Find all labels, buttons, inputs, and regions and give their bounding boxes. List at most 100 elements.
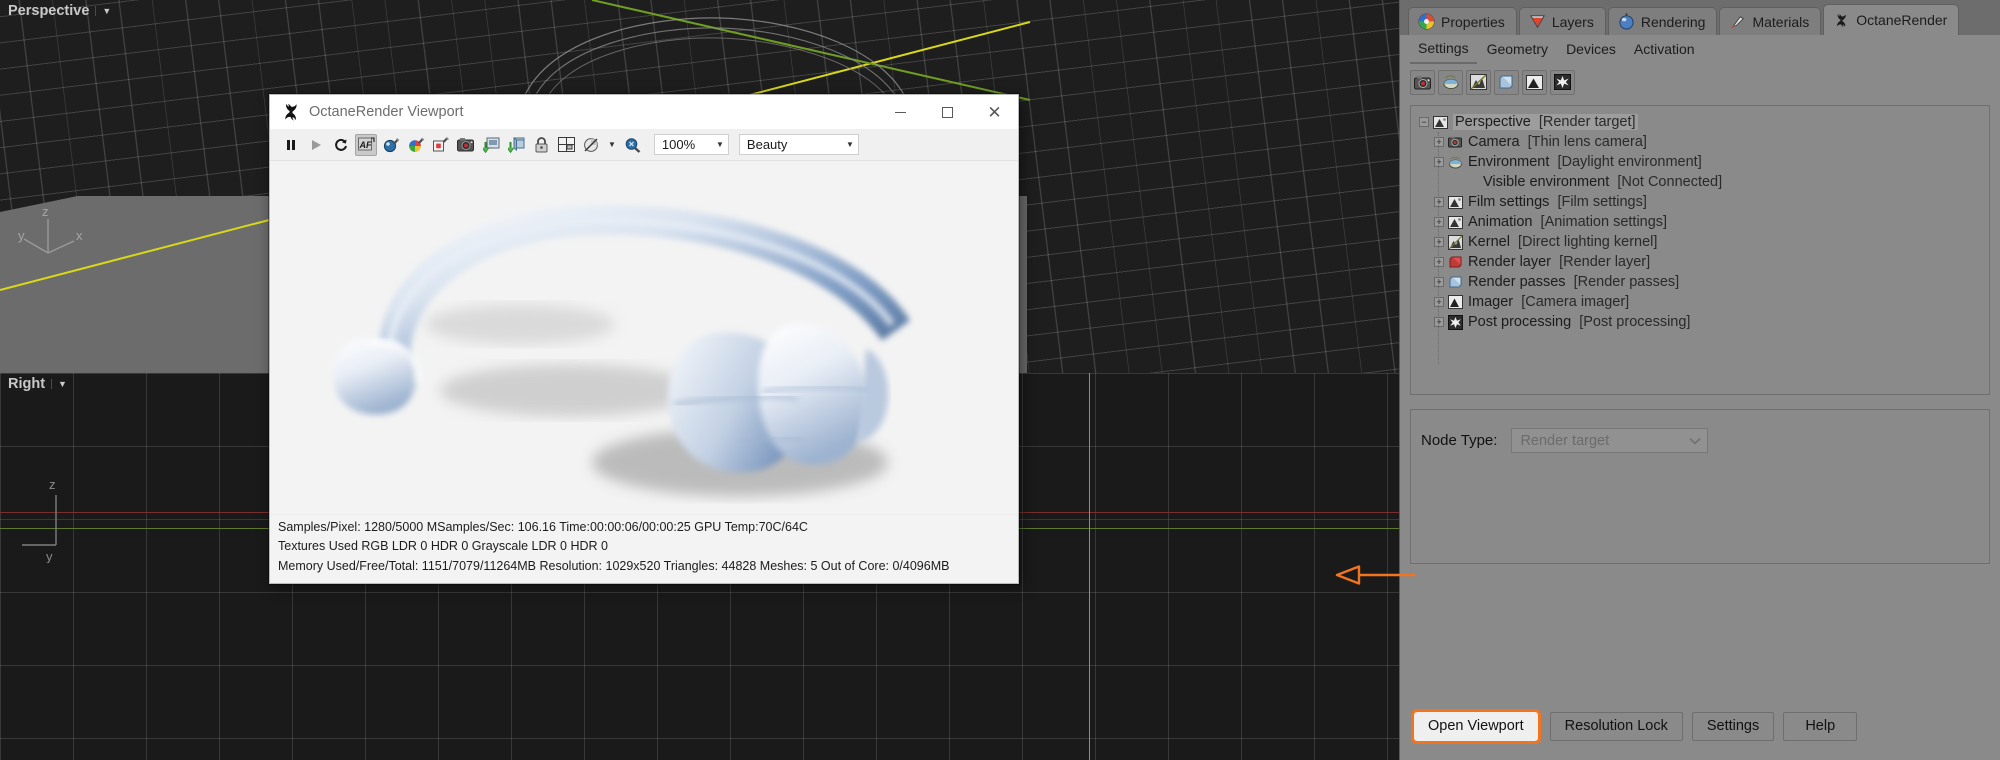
chevron-down-icon[interactable]: ▼	[716, 140, 724, 149]
start-render-button[interactable]	[305, 134, 327, 156]
zoom-region-button[interactable]	[622, 134, 644, 156]
tree-item-camera[interactable]: + Camera [Thin lens camera]	[1411, 132, 1989, 152]
render-target-icon	[1433, 115, 1448, 129]
axis-gizmo: z x y	[18, 205, 83, 254]
tab-rendering[interactable]: Rendering	[1607, 7, 1718, 35]
window-controls: ✕	[877, 95, 1018, 129]
zoom-level-value: 100%	[661, 137, 696, 152]
render-pass-combo[interactable]: Beauty ▼	[738, 134, 859, 155]
tab-properties[interactable]: Properties	[1408, 7, 1517, 35]
camera-button[interactable]	[455, 134, 477, 156]
render-canvas[interactable]	[270, 160, 1018, 514]
dock-button-row: Open Viewport Resolution Lock Settings H…	[1400, 692, 2000, 760]
maximize-icon[interactable]	[924, 95, 971, 129]
node-type-value: Render target	[1520, 432, 1610, 449]
save-layers-button[interactable]	[505, 134, 527, 156]
tree-item-render-passes-label: Render passes [Render passes]	[1468, 274, 1680, 290]
tree-item-visible-environment[interactable]: Visible environment [Not Connected]	[1411, 172, 1989, 192]
svg-text:x: x	[76, 228, 83, 243]
chevron-down-icon[interactable]: ▼	[846, 140, 854, 149]
chevron-down-icon[interactable]: ▼	[95, 6, 111, 16]
tree-item-post-processing-label: Post processing [Post processing]	[1468, 314, 1691, 330]
imager-button[interactable]	[1522, 69, 1547, 95]
post-processing-button[interactable]	[1550, 69, 1575, 95]
environment-settings-button[interactable]	[1438, 69, 1463, 95]
zoom-level-combo[interactable]: 100% ▼	[653, 134, 729, 155]
sub-tab-activation[interactable]: Activation	[1626, 37, 1703, 63]
chevron-down-icon[interactable]: ▼	[605, 140, 619, 149]
close-icon[interactable]: ✕	[971, 95, 1018, 129]
tab-materials-label: Materials	[1752, 13, 1810, 30]
render-layer-button[interactable]	[1494, 69, 1519, 95]
sub-tab-geometry[interactable]: Geometry	[1479, 37, 1556, 63]
post-processing-icon	[1554, 74, 1571, 90]
status-line-samples: Samples/Pixel: 1280/5000 MSamples/Sec: 1…	[278, 519, 808, 534]
tab-materials[interactable]: Materials	[1719, 7, 1822, 35]
tree-item-perspective[interactable]: − Perspective [Render target]	[1411, 112, 1989, 132]
node-type-row: Node Type: Render target	[1421, 428, 1989, 453]
tree-item-render-passes[interactable]: + Render passes [Render passes]	[1411, 272, 1989, 292]
sub-tab-devices[interactable]: Devices	[1558, 37, 1624, 63]
sub-tab-settings[interactable]: Settings	[1410, 36, 1477, 64]
kernel-settings-button[interactable]	[1466, 69, 1491, 95]
save-image-button[interactable]	[480, 134, 502, 156]
status-line-memory: Memory Used/Free/Total: 1151/7079/11264M…	[278, 558, 950, 573]
tree-item-environment[interactable]: + Environment [Daylight environment]	[1411, 152, 1989, 172]
svg-text:z: z	[49, 477, 56, 492]
tree-item-post-processing[interactable]: + Post processing [Post processing]	[1411, 312, 1989, 332]
perspective-viewport-label[interactable]: Perspective ▼	[4, 2, 115, 20]
color-wheel-icon	[1418, 13, 1435, 30]
tree-item-kernel[interactable]: + Kernel [Direct lighting kernel]	[1411, 232, 1989, 252]
rendered-headphones-image	[270, 160, 1018, 514]
tree-item-film-settings[interactable]: + Film settings [Film settings]	[1411, 192, 1989, 212]
expand-icon[interactable]: +	[1434, 157, 1444, 167]
pick-material-button[interactable]	[405, 134, 427, 156]
tree-item-perspective-label: Perspective [Render target]	[1453, 114, 1638, 130]
autofocus-button[interactable]: AF	[355, 133, 377, 156]
chevron-down-icon[interactable]: ▼	[51, 379, 67, 389]
expand-icon[interactable]: +	[1434, 217, 1444, 227]
status-line-textures: Textures Used RGB LDR 0 HDR 0 Grayscale …	[278, 539, 608, 554]
pick-white-balance-button[interactable]	[430, 134, 452, 156]
expand-icon[interactable]: +	[1434, 137, 1444, 147]
scene-node-tree[interactable]: − Perspective [Render target] + Camera […	[1410, 105, 1990, 395]
octane-viewport-toolbar: AF ▼ 100% ▼ Beauty ▼	[270, 129, 1018, 160]
tab-octanerender[interactable]: OctaneRender	[1823, 4, 1960, 35]
settings-button[interactable]: Settings	[1691, 711, 1775, 741]
tree-item-render-layer[interactable]: + Render layer [Render layer]	[1411, 252, 1989, 272]
expand-icon[interactable]: +	[1434, 197, 1444, 207]
octane-window-titlebar[interactable]: OctaneRender Viewport ✕	[270, 95, 1018, 129]
axis-gizmo-right: z y	[22, 477, 57, 563]
svg-text:y: y	[18, 228, 25, 243]
resolution-lock-button[interactable]	[530, 134, 552, 156]
tree-item-film-settings-label: Film settings [Film settings]	[1468, 194, 1647, 210]
octane-render-viewport-window[interactable]: OctaneRender Viewport ✕ AF ▼ 100% ▼ Beau…	[269, 94, 1019, 584]
tree-item-imager[interactable]: + Imager [Camera imager]	[1411, 292, 1989, 312]
collapse-icon[interactable]: −	[1419, 117, 1429, 127]
expand-icon[interactable]: +	[1434, 277, 1444, 287]
region-render-button[interactable]	[555, 134, 577, 156]
environment-icon	[1449, 156, 1462, 168]
help-button[interactable]: Help	[1783, 711, 1858, 741]
expand-icon[interactable]: +	[1434, 257, 1444, 267]
tab-layers[interactable]: Layers	[1518, 7, 1606, 35]
expand-icon[interactable]: +	[1434, 317, 1444, 327]
tree-item-environment-label: Environment [Daylight environment]	[1468, 154, 1702, 170]
node-type-select[interactable]: Render target	[1511, 428, 1709, 453]
render-passes-icon	[1449, 276, 1462, 287]
pause-render-button[interactable]	[280, 134, 302, 156]
right-viewport-label[interactable]: Right ▼	[4, 375, 71, 393]
tab-layers-label: Layers	[1551, 13, 1594, 30]
expand-icon[interactable]: +	[1434, 297, 1444, 307]
open-viewport-button[interactable]: Open Viewport	[1411, 708, 1541, 744]
clay-mode-button[interactable]	[580, 134, 602, 156]
expand-icon[interactable]: +	[1434, 237, 1444, 247]
tree-item-animation[interactable]: + Animation [Animation settings]	[1411, 212, 1989, 232]
camera-settings-button[interactable]	[1410, 69, 1435, 95]
render-layer-icon	[1499, 75, 1513, 89]
restart-render-button[interactable]	[330, 134, 352, 156]
resolution-lock-button[interactable]: Resolution Lock	[1549, 711, 1683, 741]
minimize-icon[interactable]	[877, 95, 924, 129]
dock-tab-strip: Properties Layers Rendering Materials Oc…	[1400, 0, 2000, 35]
pick-focus-button[interactable]	[380, 134, 402, 156]
